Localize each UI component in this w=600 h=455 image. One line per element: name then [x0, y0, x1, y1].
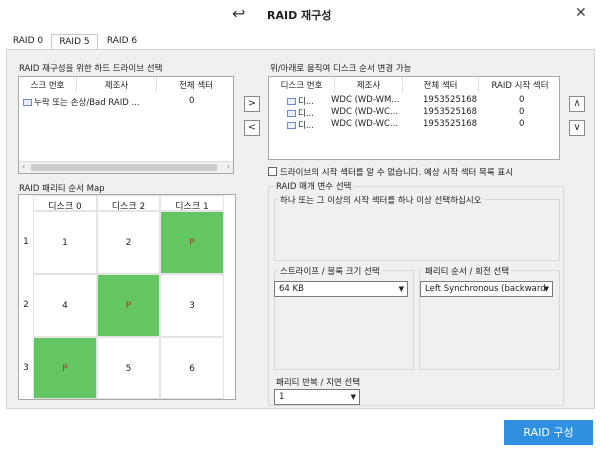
disk-name: 디... — [298, 97, 314, 107]
disk-icon — [23, 99, 32, 106]
column-header-disk[interactable]: 디스크 번호 — [269, 77, 335, 92]
disk-start-sector: 0 — [519, 107, 525, 117]
tab-raid-6[interactable]: RAID 6 — [100, 34, 144, 50]
parity-map: 디스크 0 디스크 2 디스크 1 1 1 2 P 2 4 P 3 3 P 5 … — [18, 194, 236, 400]
move-down-button[interactable]: ∨ — [569, 120, 585, 136]
move-left-button[interactable]: < — [244, 120, 260, 136]
parity-block: 4 — [33, 274, 97, 337]
disk-maker: WDC (WD-WC... — [331, 119, 399, 129]
selected-drives-list[interactable]: 디스크 번호 제조사 전체 섹터 RAID 시작 섹터 디... WDC (WD… — [268, 76, 560, 160]
raid-build-button[interactable]: RAID 구성 — [504, 420, 593, 445]
column-header-maker[interactable]: 제조사 — [335, 77, 403, 92]
parity-map-title: RAID 패리티 순서 Map — [19, 184, 105, 194]
parity-block-p: P — [33, 337, 97, 399]
disk-start-sector: 0 — [519, 95, 525, 105]
left-list-title: RAID 재구성을 위한 하드 드라이브 선택 — [19, 64, 163, 74]
parity-column-header: 디스크 0 — [33, 195, 97, 212]
disk-name: 디... — [298, 109, 314, 119]
column-header-sectors[interactable]: 전체 섹터 — [403, 77, 479, 92]
disk-maker: WDC (WD-WM... — [331, 95, 400, 105]
parity-block: 5 — [97, 337, 160, 399]
horizontal-scrollbar[interactable]: ‹ › — [19, 161, 233, 173]
chevron-down-icon: ▼ — [350, 393, 356, 401]
scroll-thumb[interactable] — [31, 164, 217, 171]
parity-order-label: 패리티 순서 / 회전 선택 — [423, 265, 512, 277]
right-list-title: 위/아래로 움직여 디스크 순서 변경 가능 — [270, 64, 412, 74]
disk-icon — [287, 98, 296, 105]
unknown-start-checkbox[interactable] — [268, 167, 277, 176]
move-right-button[interactable]: > — [244, 96, 260, 112]
parity-row-number: 1 — [19, 211, 33, 274]
chevron-down-icon: ▼ — [398, 285, 404, 293]
parity-block-p: P — [97, 274, 160, 337]
stripe-size-value: 64 KB — [279, 284, 304, 294]
raid-params-title: RAID 매개 변수 선택 — [274, 180, 354, 192]
parity-block-p: P — [160, 211, 224, 274]
column-header-maker[interactable]: 제조사 — [77, 77, 157, 92]
scroll-right-icon[interactable]: › — [227, 162, 230, 171]
disk-sectors: 0 — [189, 96, 195, 106]
parity-block: 6 — [160, 337, 224, 399]
scroll-left-icon[interactable]: ‹ — [22, 162, 25, 171]
tab-raid-0[interactable]: RAID 0 — [8, 34, 48, 50]
column-header-start-sector[interactable]: RAID 시작 섹터 — [479, 77, 559, 92]
parity-column-header: 디스크 2 — [97, 195, 160, 212]
disk-sectors: 1953525168 — [423, 95, 478, 105]
disk-name: 누락 또는 손상/Bad RAID ... — [34, 98, 140, 108]
title-bar: ↩ RAID 재구성 ✕ — [0, 0, 600, 28]
stripe-size-label: 스트라이프 / 블록 크기 선택 — [278, 265, 382, 277]
disk-start-sector: 0 — [519, 119, 525, 129]
column-header-disk[interactable]: 스크 번호 — [19, 77, 77, 92]
unknown-start-label: 드라이브의 시작 섹터를 알 수 없습니다. 예상 시작 섹터 목록 표시 — [280, 168, 514, 178]
disk-icon — [287, 122, 296, 129]
disk-icon — [287, 110, 296, 117]
disk-maker: WDC (WD-WC... — [331, 107, 399, 117]
disk-name: 디... — [298, 121, 314, 131]
parity-delay-select[interactable]: 1 ▼ — [274, 389, 360, 405]
parity-row-number: 2 — [19, 274, 33, 337]
close-icon[interactable]: ✕ — [575, 5, 587, 21]
column-header-sectors[interactable]: 전체 섹터 — [157, 77, 233, 92]
parity-order-select[interactable]: Left Synchronous (backward ▼ — [420, 281, 553, 297]
parity-block: 1 — [33, 211, 97, 274]
move-up-button[interactable]: ∧ — [569, 96, 585, 112]
parity-delay-value: 1 — [279, 392, 285, 402]
parity-column-header: 디스크 1 — [160, 195, 224, 212]
start-sector-group — [274, 199, 560, 261]
parity-row-number: 3 — [19, 337, 33, 399]
parity-block: 2 — [97, 211, 160, 274]
start-sector-hint: 하나 또는 그 이상의 시작 섹터를 하나 이상 선택하십시오 — [278, 194, 484, 206]
disk-sectors: 1953525168 — [423, 119, 478, 129]
available-drives-list[interactable]: 스크 번호 제조사 전체 섹터 누락 또는 손상/Bad RAID ... 0 … — [18, 76, 234, 174]
chevron-down-icon: ▼ — [543, 285, 549, 293]
parity-block: 3 — [160, 274, 224, 337]
stripe-size-select[interactable]: 64 KB ▼ — [274, 281, 408, 297]
disk-sectors: 1953525168 — [423, 107, 478, 117]
parity-delay-label: 패리티 반복 / 지연 선택 — [276, 378, 361, 388]
back-icon[interactable]: ↩ — [232, 4, 245, 23]
parity-order-value: Left Synchronous (backward — [425, 284, 546, 294]
window-title: RAID 재구성 — [267, 9, 332, 22]
